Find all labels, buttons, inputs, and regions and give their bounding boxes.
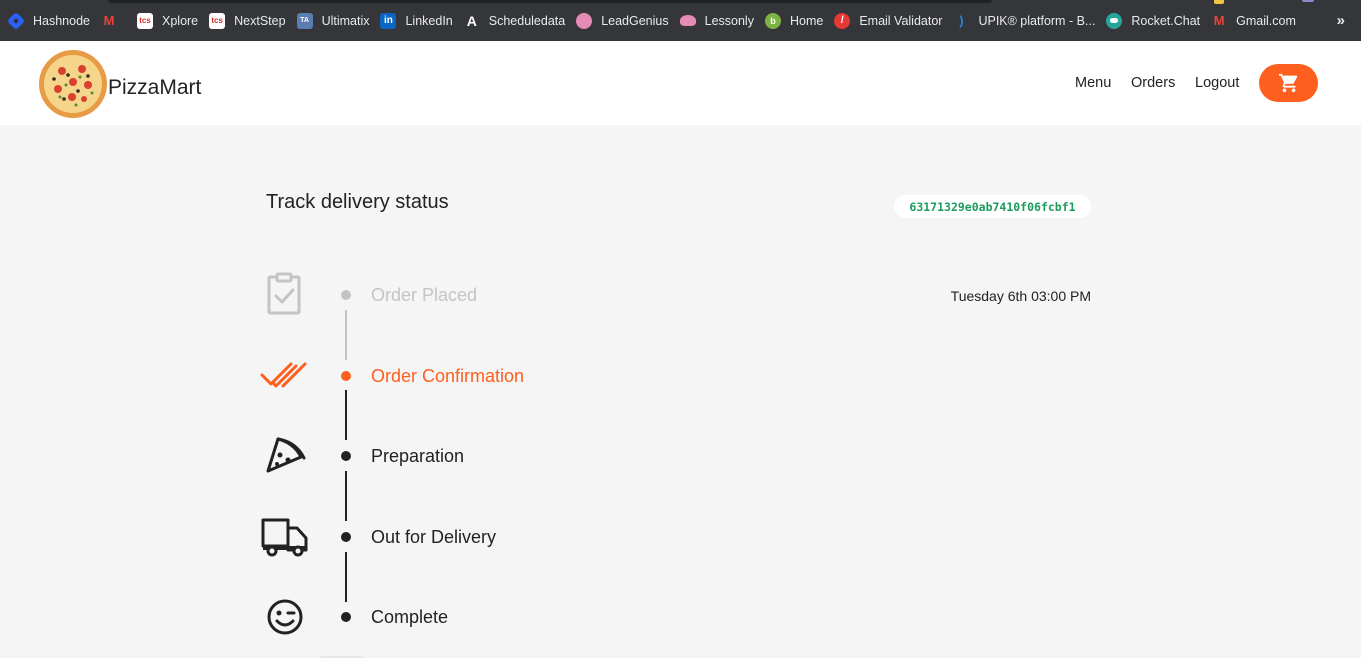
page-title: Track delivery status <box>266 191 449 213</box>
gmail-icon: M <box>103 13 115 28</box>
linkedin-icon: in <box>380 12 397 29</box>
bookmark-linkedin[interactable]: in LinkedIn <box>380 7 459 35</box>
nav-orders-link[interactable]: Orders <box>1131 75 1175 91</box>
bookmark-home[interactable]: b Home <box>764 7 830 35</box>
bookmark-label: Home <box>789 13 824 28</box>
nav-logout-link[interactable]: Logout <box>1195 75 1239 91</box>
hashnode-icon <box>6 11 26 30</box>
tata-icon: TA <box>296 12 313 29</box>
bookmark-label: Lessonly <box>704 13 754 28</box>
step-label: Order Placed <box>371 285 478 305</box>
tab-indicator <box>1214 0 1224 4</box>
bookmark-ultimatix[interactable]: TA Ultimatix <box>296 7 377 35</box>
tcs-icon: tcs <box>137 12 153 29</box>
bookmark-xplore[interactable]: tcs Xplore <box>137 7 205 35</box>
tab-indicator <box>1302 0 1314 2</box>
bookmark-label: Ultimatix <box>321 13 370 28</box>
bookmark-email-validator[interactable]: / Email Validator <box>834 7 949 35</box>
bookmark-label: Rocket.Chat <box>1131 13 1201 28</box>
brain-icon <box>679 15 696 26</box>
truck-icon <box>261 518 308 557</box>
cart-icon <box>1278 73 1297 93</box>
bookmark-label: Email Validator <box>859 13 943 28</box>
timeline-connector <box>345 310 347 360</box>
step-time: Tuesday 6th 03:00 PM <box>950 288 1091 304</box>
step-dot <box>341 371 351 381</box>
upik-icon: ) <box>959 13 964 28</box>
bookmark-label: UPIK® platform - B... <box>978 13 1096 28</box>
timeline-connector <box>345 390 347 440</box>
bookmarks-bar: Hashnode M tcs Xplore tcs NextStep TA Ul… <box>0 0 1361 41</box>
bookmark-gmail-com[interactable]: M Gmail.com <box>1211 7 1303 35</box>
bookmark-label: LeadGenius <box>601 13 669 28</box>
step-dot <box>341 532 351 542</box>
pizza-slice-icon <box>266 437 306 473</box>
timeline-connector <box>345 471 347 521</box>
wink-face-icon <box>267 599 303 635</box>
bookmark-leadgenius[interactable]: LeadGenius <box>576 7 675 35</box>
double-check-icon <box>260 362 307 388</box>
brand-name[interactable]: PizzaMart <box>108 76 201 100</box>
step-label: Out for Delivery <box>371 527 497 547</box>
step-dot <box>341 451 351 461</box>
bookmark-label: Hashnode <box>33 13 90 28</box>
clipboard-check-icon <box>267 272 301 315</box>
bookmark-scheduledata[interactable]: A Scheduledata <box>464 7 572 35</box>
step-label: Preparation <box>371 446 465 466</box>
tcs-icon: tcs <box>209 12 226 29</box>
bookmark-label: LinkedIn <box>405 13 453 28</box>
brain-icon <box>576 12 593 29</box>
step-label: Complete <box>371 607 449 627</box>
bookmark-nextstep[interactable]: tcs NextStep <box>209 7 292 35</box>
step-dot <box>341 612 351 622</box>
pizza-logo-icon[interactable] <box>38 49 108 119</box>
timeline-connector <box>345 552 347 602</box>
bookmark-hashnode[interactable]: Hashnode <box>6 7 97 35</box>
gmail-icon: M <box>1213 13 1225 28</box>
nav-menu-link[interactable]: Menu <box>1075 75 1111 91</box>
step-label: Order Confirmation <box>371 366 525 386</box>
rocketchat-icon <box>1106 12 1123 29</box>
bookmark-upik[interactable]: ) UPIK® platform - B... <box>953 7 1102 35</box>
bookmark-gmail[interactable]: M <box>101 7 133 35</box>
bookmark-label: Xplore <box>162 13 199 28</box>
home-icon: b <box>764 12 781 29</box>
validator-icon: / <box>834 12 851 29</box>
bookmark-label: Gmail.com <box>1236 13 1296 28</box>
bookmark-label: NextStep <box>234 13 286 28</box>
bookmark-lessonly[interactable]: Lessonly <box>679 7 761 35</box>
site-header: PizzaMart Menu Orders Logout <box>0 41 1361 125</box>
bookmark-rocketchat[interactable]: Rocket.Chat <box>1106 7 1207 35</box>
a-logo-icon: A <box>466 12 477 29</box>
active-tab-edge <box>108 0 992 3</box>
bookmark-label: Scheduledata <box>488 13 566 28</box>
more-bookmarks-icon[interactable]: » <box>1337 12 1345 29</box>
cart-button[interactable] <box>1259 64 1318 102</box>
step-dot <box>341 290 351 300</box>
order-id-badge: 63171329e0ab7410f06fcbf1 <box>894 195 1091 218</box>
